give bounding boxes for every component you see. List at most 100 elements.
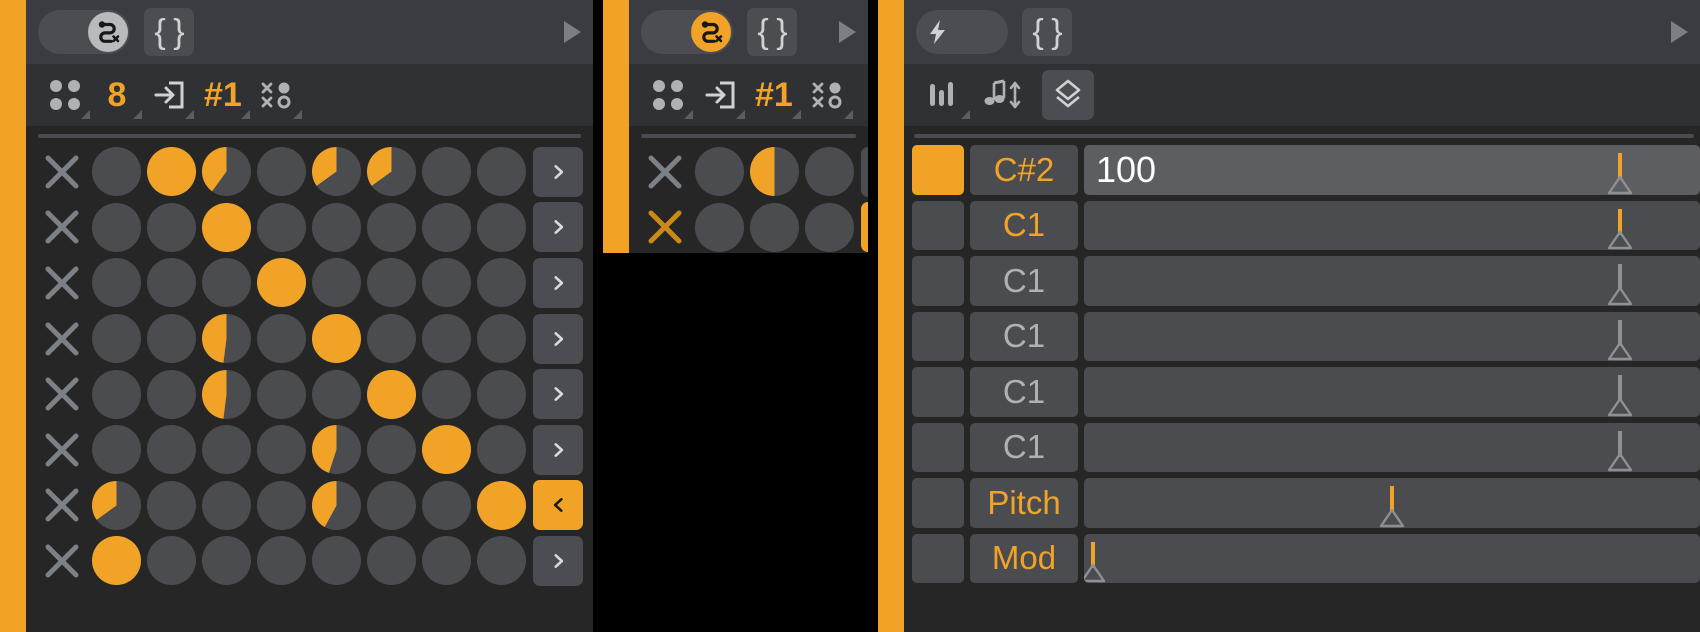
step-cell[interactable] bbox=[199, 144, 254, 199]
step-cell[interactable] bbox=[474, 255, 529, 310]
step-cell[interactable] bbox=[364, 144, 419, 199]
row-direction-button[interactable] bbox=[533, 424, 583, 475]
play-icon[interactable] bbox=[564, 21, 581, 43]
step-cell[interactable] bbox=[474, 478, 529, 533]
lane-note-button[interactable]: C1 bbox=[970, 200, 1078, 250]
step-cell[interactable] bbox=[254, 422, 309, 477]
step-cell[interactable] bbox=[199, 367, 254, 422]
lane-enable-swatch[interactable] bbox=[912, 422, 964, 472]
row-direction-button[interactable] bbox=[533, 480, 583, 531]
step-cell[interactable] bbox=[802, 144, 857, 199]
row-direction-button[interactable] bbox=[861, 202, 868, 253]
step-cell[interactable] bbox=[364, 200, 419, 255]
step-cell[interactable] bbox=[309, 255, 364, 310]
row-mute-icon[interactable] bbox=[34, 311, 89, 366]
step-cell[interactable] bbox=[254, 533, 309, 588]
lane-value-slider[interactable] bbox=[1084, 422, 1700, 472]
step-cell[interactable] bbox=[419, 255, 474, 310]
step-cell[interactable] bbox=[144, 367, 199, 422]
lane-enable-swatch[interactable] bbox=[912, 311, 964, 361]
row-direction-button[interactable] bbox=[533, 257, 583, 308]
step-cell[interactable] bbox=[419, 144, 474, 199]
left-braces-button[interactable]: { } bbox=[144, 8, 194, 56]
pattern-number[interactable]: #1 bbox=[749, 69, 801, 121]
row-direction-button[interactable] bbox=[533, 369, 583, 420]
step-cell[interactable] bbox=[474, 367, 529, 422]
row-mute-icon[interactable] bbox=[34, 367, 89, 422]
step-cell[interactable] bbox=[254, 200, 309, 255]
step-cell[interactable] bbox=[309, 533, 364, 588]
step-cell[interactable] bbox=[309, 144, 364, 199]
row-mute-icon[interactable] bbox=[34, 533, 89, 588]
lane-enable-swatch[interactable] bbox=[912, 478, 964, 528]
step-cell[interactable] bbox=[364, 422, 419, 477]
lane-enable-swatch[interactable] bbox=[912, 256, 964, 306]
step-cell[interactable] bbox=[419, 200, 474, 255]
lane-value-slider[interactable] bbox=[1084, 533, 1700, 583]
step-cell[interactable] bbox=[144, 144, 199, 199]
sliders-icon[interactable] bbox=[920, 69, 970, 121]
step-cell[interactable] bbox=[144, 422, 199, 477]
step-cell[interactable] bbox=[802, 200, 857, 253]
import-icon[interactable] bbox=[146, 69, 194, 121]
step-cell[interactable] bbox=[199, 200, 254, 255]
step-cell[interactable] bbox=[309, 200, 364, 255]
step-cell[interactable] bbox=[692, 200, 747, 253]
step-cell[interactable] bbox=[419, 367, 474, 422]
step-cell[interactable] bbox=[419, 311, 474, 366]
middle-braces-button[interactable]: { } bbox=[747, 8, 797, 56]
step-cell[interactable] bbox=[199, 533, 254, 588]
row-mute-icon[interactable] bbox=[637, 200, 692, 253]
step-cell[interactable] bbox=[89, 367, 144, 422]
lane-enable-swatch[interactable] bbox=[912, 533, 964, 583]
play-icon[interactable] bbox=[839, 21, 856, 43]
step-cell[interactable] bbox=[89, 311, 144, 366]
step-cell[interactable] bbox=[254, 255, 309, 310]
grid-size-icon[interactable] bbox=[645, 69, 693, 121]
step-cell[interactable] bbox=[254, 144, 309, 199]
row-mute-icon[interactable] bbox=[637, 144, 692, 199]
step-cell[interactable] bbox=[474, 311, 529, 366]
row-mute-icon[interactable] bbox=[34, 422, 89, 477]
lane-value-slider[interactable] bbox=[1084, 478, 1700, 528]
step-cell[interactable] bbox=[89, 200, 144, 255]
step-cell[interactable] bbox=[199, 478, 254, 533]
lane-enable-swatch[interactable] bbox=[912, 200, 964, 250]
step-cell[interactable] bbox=[364, 367, 419, 422]
step-cell[interactable] bbox=[309, 311, 364, 366]
lane-note-button[interactable]: C1 bbox=[970, 311, 1078, 361]
lane-note-button[interactable]: C1 bbox=[970, 367, 1078, 417]
pattern-number[interactable]: #1 bbox=[198, 69, 250, 121]
step-cell[interactable] bbox=[364, 255, 419, 310]
play-icon[interactable] bbox=[1671, 21, 1688, 43]
step-cell[interactable] bbox=[144, 255, 199, 310]
step-cell[interactable] bbox=[419, 422, 474, 477]
randomize-icon[interactable] bbox=[805, 69, 853, 121]
step-cell[interactable] bbox=[254, 311, 309, 366]
note-transpose-icon[interactable] bbox=[974, 69, 1030, 121]
step-cell[interactable] bbox=[309, 367, 364, 422]
lane-enable-swatch[interactable] bbox=[912, 145, 964, 195]
step-cell[interactable] bbox=[474, 200, 529, 255]
right-braces-button[interactable]: { } bbox=[1022, 8, 1072, 56]
step-cell[interactable] bbox=[747, 144, 802, 199]
import-icon[interactable] bbox=[697, 69, 745, 121]
lane-note-button[interactable]: Pitch bbox=[970, 478, 1078, 528]
step-cell[interactable] bbox=[144, 478, 199, 533]
step-cell[interactable] bbox=[144, 311, 199, 366]
step-cell[interactable] bbox=[419, 533, 474, 588]
lane-note-button[interactable]: C#2 bbox=[970, 145, 1078, 195]
step-cell[interactable] bbox=[364, 478, 419, 533]
steps-value[interactable]: 8 bbox=[94, 69, 142, 121]
row-direction-button[interactable] bbox=[533, 313, 583, 364]
middle-enable-toggle[interactable] bbox=[641, 10, 733, 54]
row-mute-icon[interactable] bbox=[34, 144, 89, 199]
step-cell[interactable] bbox=[254, 367, 309, 422]
step-cell[interactable] bbox=[199, 311, 254, 366]
right-enable-toggle[interactable] bbox=[916, 10, 1008, 54]
lane-value-slider[interactable] bbox=[1084, 256, 1700, 306]
step-cell[interactable] bbox=[89, 478, 144, 533]
lane-value-slider[interactable] bbox=[1084, 367, 1700, 417]
row-direction-button[interactable] bbox=[861, 146, 868, 197]
lane-note-button[interactable]: Mod bbox=[970, 533, 1078, 583]
